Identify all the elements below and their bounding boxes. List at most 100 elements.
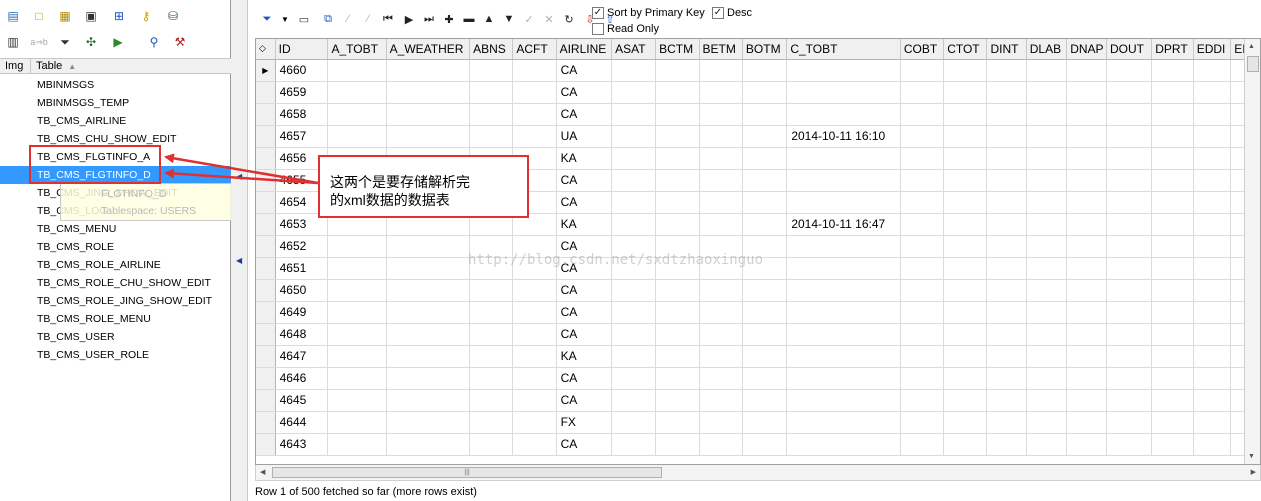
cell-empty[interactable] bbox=[1066, 125, 1107, 148]
cell-empty[interactable] bbox=[1026, 103, 1068, 126]
cell-id[interactable]: 4648 bbox=[275, 323, 329, 346]
cell-empty[interactable] bbox=[900, 103, 945, 126]
cell-empty[interactable] bbox=[512, 301, 557, 324]
cell-empty[interactable] bbox=[1026, 301, 1068, 324]
table-row[interactable]: 4649 CA bbox=[256, 301, 1260, 324]
column-header[interactable]: DINT bbox=[986, 39, 1027, 60]
vertical-scrollbar[interactable]: ▲ ▼ bbox=[1244, 39, 1260, 464]
column-header[interactable]: BETM bbox=[699, 39, 743, 60]
cell-empty[interactable] bbox=[943, 389, 988, 412]
cell-empty[interactable] bbox=[742, 389, 788, 412]
cell-empty[interactable] bbox=[986, 367, 1027, 390]
cell-empty[interactable] bbox=[655, 103, 700, 126]
cell-c-tobt[interactable] bbox=[786, 301, 901, 324]
cell-empty[interactable] bbox=[386, 433, 471, 456]
cell-empty[interactable] bbox=[469, 433, 514, 456]
panel-splitter[interactable]: ◀ ◀ bbox=[231, 0, 248, 501]
cell-empty[interactable] bbox=[900, 257, 945, 280]
last-record-icon[interactable]: ⏭ bbox=[419, 10, 439, 28]
cell-empty[interactable] bbox=[1151, 411, 1194, 434]
cell-airline[interactable]: KA bbox=[556, 147, 613, 170]
cell-empty[interactable] bbox=[699, 125, 743, 148]
cell-id[interactable]: 4644 bbox=[275, 411, 329, 434]
cell-empty[interactable] bbox=[1106, 103, 1153, 126]
cell-airline[interactable]: UA bbox=[556, 125, 613, 148]
read-only-check[interactable] bbox=[592, 23, 604, 35]
cell-empty[interactable] bbox=[1106, 301, 1153, 324]
cell-empty[interactable] bbox=[611, 81, 657, 104]
cell-empty[interactable] bbox=[943, 411, 988, 434]
sort-by-primary-key-checkbox[interactable]: ✓ Sort by Primary Key bbox=[592, 6, 705, 20]
cell-empty[interactable] bbox=[1151, 59, 1194, 82]
cell-empty[interactable] bbox=[1151, 191, 1194, 214]
cell-c-tobt[interactable]: 2014-10-11 16:47 bbox=[786, 213, 901, 236]
table-row[interactable]: 4650 CA bbox=[256, 279, 1260, 302]
cell-airline[interactable]: CA bbox=[556, 169, 613, 192]
cell-empty[interactable] bbox=[386, 367, 471, 390]
cell-empty[interactable] bbox=[1151, 213, 1194, 236]
cell-empty[interactable] bbox=[327, 279, 387, 302]
single-record-icon[interactable]: ▭ bbox=[294, 10, 314, 28]
cell-id[interactable]: 4650 bbox=[275, 279, 329, 302]
cell-empty[interactable] bbox=[1066, 345, 1107, 368]
cell-empty[interactable] bbox=[943, 125, 988, 148]
cell-empty[interactable] bbox=[655, 81, 700, 104]
hammer-icon[interactable]: ⚒ bbox=[170, 33, 190, 51]
cell-empty[interactable] bbox=[512, 411, 557, 434]
cell-empty[interactable] bbox=[986, 345, 1027, 368]
cell-empty[interactable] bbox=[1193, 257, 1232, 280]
cell-id[interactable]: 4646 bbox=[275, 367, 329, 390]
find-icon[interactable]: ⚲ bbox=[144, 33, 164, 51]
cell-empty[interactable] bbox=[1026, 279, 1068, 302]
cell-empty[interactable] bbox=[1026, 147, 1068, 170]
cell-id[interactable]: 4647 bbox=[275, 345, 329, 368]
cell-empty[interactable] bbox=[699, 103, 743, 126]
row-indicator[interactable] bbox=[256, 169, 276, 192]
scroll-right-icon[interactable]: ▶ bbox=[1251, 468, 1256, 476]
cell-empty[interactable] bbox=[1193, 81, 1232, 104]
dropdown-arrow-icon[interactable]: ▼ bbox=[275, 10, 295, 28]
cell-empty[interactable] bbox=[611, 279, 657, 302]
cell-empty[interactable] bbox=[512, 367, 557, 390]
cell-empty[interactable] bbox=[1066, 235, 1107, 258]
cell-c-tobt[interactable] bbox=[786, 367, 901, 390]
cell-c-tobt[interactable] bbox=[786, 389, 901, 412]
cell-airline[interactable]: CA bbox=[556, 301, 613, 324]
cell-empty[interactable] bbox=[1026, 257, 1068, 280]
cell-empty[interactable] bbox=[699, 213, 743, 236]
cell-empty[interactable] bbox=[655, 433, 700, 456]
cell-empty[interactable] bbox=[1066, 191, 1107, 214]
column-header[interactable]: DOUT bbox=[1106, 39, 1153, 60]
cell-c-tobt[interactable] bbox=[786, 147, 901, 170]
cell-empty[interactable] bbox=[655, 345, 700, 368]
cell-empty[interactable] bbox=[386, 103, 471, 126]
cell-empty[interactable] bbox=[699, 301, 743, 324]
cell-empty[interactable] bbox=[327, 257, 387, 280]
grid-corner-icon[interactable]: ◇ bbox=[256, 39, 276, 60]
cell-empty[interactable] bbox=[1026, 59, 1068, 82]
cell-empty[interactable] bbox=[986, 235, 1027, 258]
cell-empty[interactable] bbox=[1151, 81, 1194, 104]
cell-empty[interactable] bbox=[1026, 81, 1068, 104]
cell-empty[interactable] bbox=[742, 411, 788, 434]
horizontal-scrollbar[interactable]: ◀ ||| ▶ bbox=[255, 465, 1261, 481]
cell-empty[interactable] bbox=[986, 213, 1027, 236]
cell-empty[interactable] bbox=[1151, 279, 1194, 302]
column-header[interactable]: DPRT bbox=[1151, 39, 1194, 60]
cell-empty[interactable] bbox=[655, 323, 700, 346]
cell-empty[interactable] bbox=[611, 411, 657, 434]
cell-empty[interactable] bbox=[943, 81, 988, 104]
cell-empty[interactable] bbox=[900, 345, 945, 368]
cell-empty[interactable] bbox=[611, 103, 657, 126]
cell-empty[interactable] bbox=[512, 389, 557, 412]
row-indicator[interactable] bbox=[256, 103, 276, 126]
cell-airline[interactable]: KA bbox=[556, 213, 613, 236]
cell-empty[interactable] bbox=[1066, 279, 1107, 302]
row-indicator[interactable] bbox=[256, 257, 276, 280]
table-row[interactable]: 4643 CA bbox=[256, 433, 1260, 456]
key-icon[interactable]: ⚷ bbox=[136, 7, 156, 25]
cell-empty[interactable] bbox=[327, 389, 387, 412]
cell-empty[interactable] bbox=[1193, 389, 1232, 412]
cell-empty[interactable] bbox=[469, 279, 514, 302]
cell-empty[interactable] bbox=[1066, 257, 1107, 280]
